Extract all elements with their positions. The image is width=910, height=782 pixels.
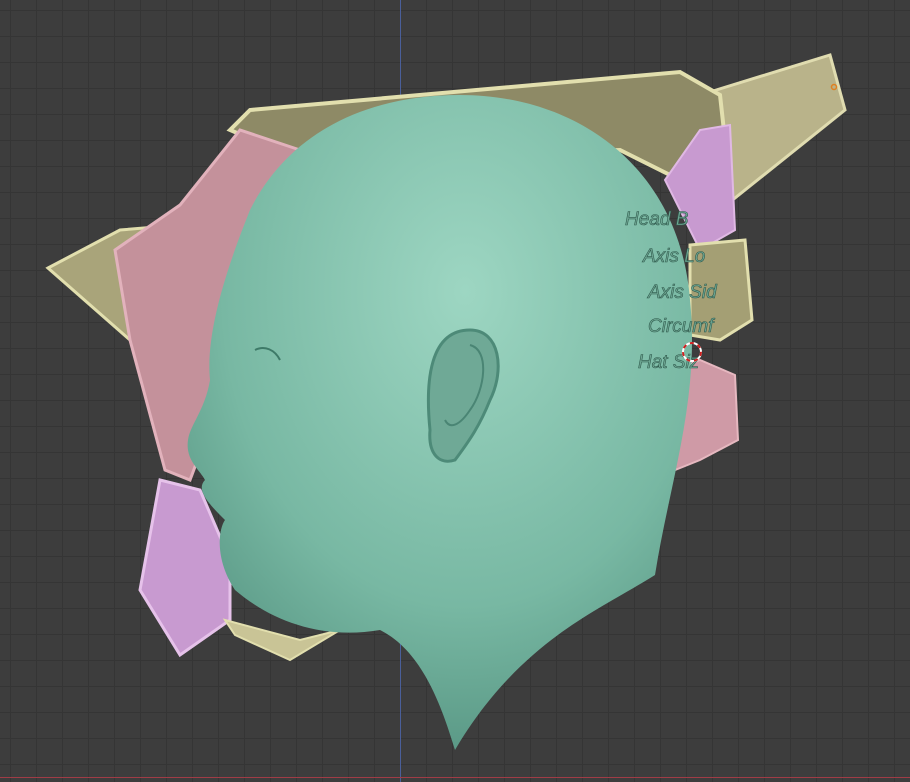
scene[interactable]: Head B Axis Lo Axis Sid Circumf Hat Siz: [0, 0, 910, 782]
label-hat-size: Hat Siz: [638, 352, 700, 373]
label-circumference: Circumf: [648, 316, 715, 337]
label-axis-side: Axis Sid: [647, 282, 718, 303]
3d-viewport[interactable]: Head B Axis Lo Axis Sid Circumf Hat Siz: [0, 0, 910, 782]
label-head: Head B: [625, 209, 689, 230]
label-axis-long: Axis Lo: [642, 246, 705, 267]
